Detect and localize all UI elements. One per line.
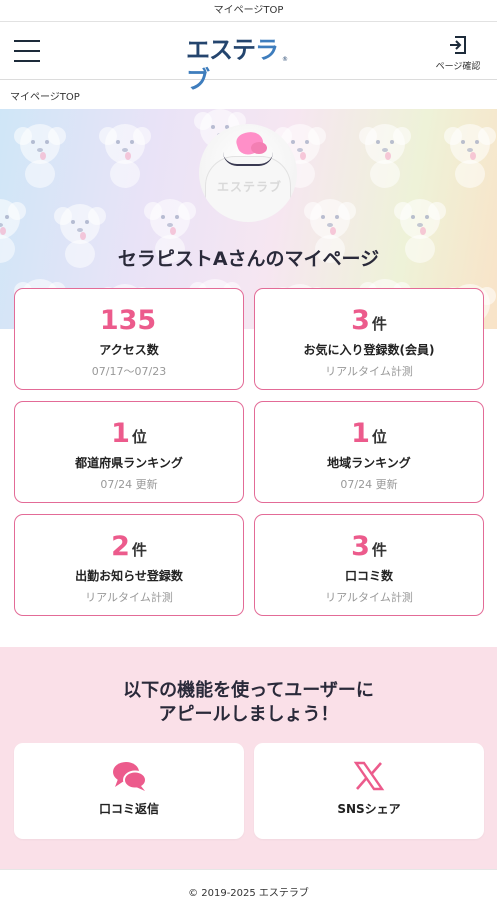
logo-registered-mark: ® xyxy=(282,56,288,63)
review-reply-button[interactable]: 口コミ返信 xyxy=(14,743,244,839)
stat-title: アクセス数 xyxy=(99,343,159,357)
stat-title: お気に入り登録数(会員) xyxy=(303,343,435,357)
stat-card-attendance-notice[interactable]: 2件 出勤お知らせ登録数 リアルタイム計測 xyxy=(14,514,244,616)
stat-unit: 件 xyxy=(371,541,387,559)
stat-value: 2 xyxy=(111,531,130,562)
page-top-title: マイページTOP xyxy=(0,0,497,22)
stat-subtext: 07/24 更新 xyxy=(100,478,158,491)
stat-subtext: 07/24 更新 xyxy=(340,478,398,491)
stat-unit: 位 xyxy=(131,428,147,446)
stat-value: 3 xyxy=(351,531,370,562)
stat-card-access[interactable]: 135 アクセス数 07/17〜07/23 xyxy=(14,288,244,390)
stat-subtext: リアルタイム計測 xyxy=(325,365,413,378)
stat-subtext: リアルタイム計測 xyxy=(325,591,413,604)
stat-card-prefecture-ranking[interactable]: 1位 都道府県ランキング 07/24 更新 xyxy=(14,401,244,503)
stat-unit: 件 xyxy=(131,541,147,559)
promo-heading: 以下の機能を使ってユーザーに アピールしましょう！ xyxy=(0,679,497,727)
sns-share-label: SNSシェア xyxy=(337,802,401,816)
breadcrumb[interactable]: マイページTOP xyxy=(10,88,80,103)
stat-title: 出勤お知らせ登録数 xyxy=(75,569,183,583)
stat-subtext: 07/17〜07/23 xyxy=(91,365,167,378)
stat-value: 3 xyxy=(351,305,370,336)
page-confirm-label: ページ確認 xyxy=(435,62,481,72)
page-confirm-button[interactable]: ページ確認 xyxy=(431,34,485,74)
promo-heading-line-1: 以下の機能を使ってユーザーに xyxy=(123,680,374,701)
stat-title: 地域ランキング xyxy=(327,456,411,470)
stat-card-favorites[interactable]: 3件 お気に入り登録数(会員) リアルタイム計測 xyxy=(254,288,484,390)
stat-title: 口コミ数 xyxy=(344,569,393,583)
stat-title: 都道府県ランキング xyxy=(75,456,183,470)
chat-bubbles-icon xyxy=(113,762,147,791)
site-logo[interactable]: エステラブ ® xyxy=(186,35,290,94)
stat-card-area-ranking[interactable]: 1位 地域ランキング 07/24 更新 xyxy=(254,401,484,503)
logo-text: エステラブ xyxy=(186,36,279,94)
promo-heading-line-2: アピールしましょう！ xyxy=(158,704,339,725)
stat-card-reviews[interactable]: 3件 口コミ数 リアルタイム計測 xyxy=(254,514,484,616)
footer-copyright: © 2019-2025 エステラブ xyxy=(0,869,497,916)
stat-value: 1 xyxy=(351,418,370,449)
stat-value: 1 xyxy=(111,418,130,449)
mypage-title: セラピストAさんのマイページ xyxy=(117,248,380,270)
avatar-watermark: エステラブ xyxy=(217,180,283,194)
stat-value: 135 xyxy=(99,305,157,336)
header: エステラブ ® ページ確認 xyxy=(0,22,497,94)
stat-unit: 位 xyxy=(371,428,387,446)
sns-share-button[interactable]: SNSシェア xyxy=(254,743,484,839)
review-reply-label: 口コミ返信 xyxy=(98,802,159,816)
login-arrow-icon xyxy=(450,36,466,54)
feature-promo-section: 以下の機能を使ってユーザーに アピールしましょう！ 口コミ返信 SNSシェア xyxy=(0,647,497,869)
therapist-avatar[interactable]: エステラブ xyxy=(199,124,297,222)
menu-icon[interactable] xyxy=(14,40,40,62)
x-logo-icon xyxy=(353,761,385,791)
stat-subtext: リアルタイム計測 xyxy=(85,591,173,604)
stat-unit: 件 xyxy=(371,315,387,333)
